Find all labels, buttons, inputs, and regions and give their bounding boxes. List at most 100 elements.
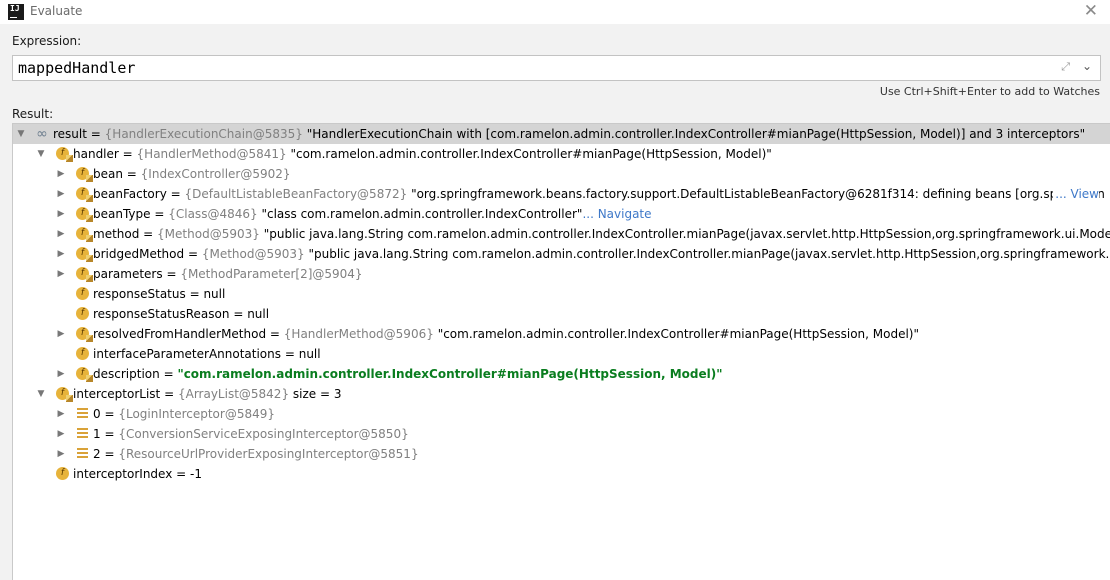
tree-row-responsestatusreason[interactable]: f responseStatusReason = null xyxy=(13,304,1110,324)
tree-row-result[interactable]: ▼ ∞ result = {HandlerExecutionChain@5835… xyxy=(13,124,1110,144)
chevron-right-icon[interactable]: ▶ xyxy=(55,184,67,204)
expression-input[interactable] xyxy=(18,58,1048,78)
result-label: Result: xyxy=(12,107,54,121)
infinity-icon: ∞ xyxy=(36,126,48,142)
tree-row-beantype[interactable]: ▶ f beanType = {Class@4846} "class com.r… xyxy=(13,204,1110,224)
var-name: 2 xyxy=(93,447,101,461)
list-element-icon xyxy=(77,408,88,419)
chevron-right-icon[interactable]: ▶ xyxy=(55,244,67,264)
var-value: "public java.lang.String com.ramelon.adm… xyxy=(263,227,1110,241)
tree-row-handler[interactable]: ▼ f handler = {HandlerMethod@5841} "com.… xyxy=(13,144,1110,164)
chevron-right-icon[interactable]: ▶ xyxy=(55,444,67,464)
var-name: responseStatus xyxy=(93,287,186,301)
field-icon: f xyxy=(76,327,93,342)
field-icon: f xyxy=(76,367,93,382)
window-title: Evaluate xyxy=(30,4,83,18)
chevron-right-icon[interactable]: ▶ xyxy=(55,364,67,384)
field-icon: f xyxy=(76,167,93,182)
var-type: {DefaultListableBeanFactory@5872} xyxy=(184,187,408,201)
intellij-logo-icon: IJ xyxy=(8,4,24,20)
var-type: {HandlerMethod@5906} xyxy=(283,327,434,341)
tree-row-responsestatus[interactable]: f responseStatus = null xyxy=(13,284,1110,304)
field-icon: f xyxy=(76,347,89,360)
tree-row-interceptorindex[interactable]: f interceptorIndex = -1 xyxy=(13,464,1110,484)
field-icon: f xyxy=(76,247,93,262)
var-value: "com.ramelon.admin.controller.IndexContr… xyxy=(177,367,723,381)
tree-row-resolvedfromhandlermethod[interactable]: ▶ f resolvedFromHandlerMethod = {Handler… xyxy=(13,324,1110,344)
var-value: size = 3 xyxy=(292,387,342,401)
var-value: "com.ramelon.admin.controller.IndexContr… xyxy=(290,147,772,161)
tree-row-interceptor-2[interactable]: ▶ 2 = {ResourceUrlProviderExposingInterc… xyxy=(13,444,1110,464)
tree-row-interfaceparameterannotations[interactable]: f interfaceParameterAnnotations = null xyxy=(13,344,1110,364)
tree-row-bridgedmethod[interactable]: ▶ f bridgedMethod = {Method@5903} "publi… xyxy=(13,244,1110,264)
var-value: null xyxy=(247,307,270,321)
var-name: handler xyxy=(73,147,119,161)
var-value: "org.springframework.beans.factory.suppo… xyxy=(411,187,1105,201)
chevron-down-icon[interactable]: ▼ xyxy=(35,384,47,404)
list-element-icon xyxy=(77,428,88,439)
expand-icon[interactable]: ⤢ xyxy=(1061,60,1070,74)
var-type: {Class@4846} xyxy=(168,207,258,221)
var-value: "class com.ramelon.admin.controller.Inde… xyxy=(261,207,583,221)
tree-row-interceptor-1[interactable]: ▶ 1 = {ConversionServiceExposingIntercep… xyxy=(13,424,1110,444)
var-type: {HandlerMethod@5841} xyxy=(136,147,287,161)
tree-row-interceptorlist[interactable]: ▼ f interceptorList = {ArrayList@5842} s… xyxy=(13,384,1110,404)
title-bar: IJ Evaluate ✕ xyxy=(0,0,1110,24)
var-type: {ResourceUrlProviderExposingInterceptor@… xyxy=(118,447,419,461)
view-link[interactable]: ... View xyxy=(1053,184,1099,204)
field-icon: f xyxy=(56,387,73,402)
field-icon: f xyxy=(56,147,73,162)
var-name: beanFactory xyxy=(93,187,167,201)
chevron-right-icon[interactable]: ▶ xyxy=(55,224,67,244)
tree-row-interceptor-0[interactable]: ▶ 0 = {LoginInterceptor@5849} xyxy=(13,404,1110,424)
var-name: result xyxy=(53,127,87,141)
var-name: interceptorList xyxy=(73,387,161,401)
var-value: null xyxy=(203,287,226,301)
navigate-link[interactable]: ... Navigate xyxy=(582,207,651,221)
field-icon: f xyxy=(76,207,93,222)
var-value: "public java.lang.String com.ramelon.adm… xyxy=(308,247,1110,261)
result-tree[interactable]: ▼ ∞ result = {HandlerExecutionChain@5835… xyxy=(12,123,1110,580)
field-icon: f xyxy=(76,227,93,242)
var-type: {HandlerExecutionChain@5835} xyxy=(104,127,303,141)
tree-row-method[interactable]: ▶ f method = {Method@5903} "public java.… xyxy=(13,224,1110,244)
var-type: {MethodParameter[2]@5904} xyxy=(180,267,363,281)
tree-row-bean[interactable]: ▶ f bean = {IndexController@5902} xyxy=(13,164,1110,184)
var-name: interfaceParameterAnnotations xyxy=(93,347,282,361)
var-type: {ArrayList@5842} xyxy=(177,387,290,401)
var-name: method xyxy=(93,227,140,241)
chevron-right-icon[interactable]: ▶ xyxy=(55,424,67,444)
var-name: resolvedFromHandlerMethod xyxy=(93,327,267,341)
chevron-down-icon[interactable]: ⌄ xyxy=(1082,59,1092,73)
chevron-down-icon[interactable]: ▼ xyxy=(35,144,47,164)
field-icon: f xyxy=(76,287,89,300)
expression-field[interactable]: ⤢ ⌄ xyxy=(12,55,1101,81)
var-type: {IndexController@5902} xyxy=(140,167,291,181)
chevron-down-icon[interactable]: ▼ xyxy=(15,124,27,144)
var-name: interceptorIndex xyxy=(73,467,173,481)
var-name: beanType xyxy=(93,207,151,221)
var-name: bridgedMethod xyxy=(93,247,185,261)
close-button[interactable]: ✕ xyxy=(1084,2,1098,20)
chevron-right-icon[interactable]: ▶ xyxy=(55,324,67,344)
var-name: description xyxy=(93,367,160,381)
chevron-right-icon[interactable]: ▶ xyxy=(55,204,67,224)
expression-label: Expression: xyxy=(12,34,82,48)
var-value: "HandlerExecutionChain with [com.ramelon… xyxy=(306,127,1086,141)
var-type: {LoginInterceptor@5849} xyxy=(118,407,276,421)
var-value: null xyxy=(298,347,321,361)
var-type: {ConversionServiceExposingInterceptor@58… xyxy=(118,427,409,441)
field-icon: f xyxy=(56,467,69,480)
var-type: {Method@5903} xyxy=(157,227,260,241)
tree-row-beanfactory[interactable]: ▶ f beanFactory = {DefaultListableBeanFa… xyxy=(13,184,1110,204)
tree-row-parameters[interactable]: ▶ f parameters = {MethodParameter[2]@590… xyxy=(13,264,1110,284)
tree-row-description[interactable]: ▶ f description = "com.ramelon.admin.con… xyxy=(13,364,1110,384)
var-name: bean xyxy=(93,167,123,181)
var-name: parameters xyxy=(93,267,163,281)
chevron-right-icon[interactable]: ▶ xyxy=(55,164,67,184)
chevron-right-icon[interactable]: ▶ xyxy=(55,264,67,284)
chevron-right-icon[interactable]: ▶ xyxy=(55,404,67,424)
field-icon: f xyxy=(76,187,93,202)
var-name: responseStatusReason xyxy=(93,307,230,321)
var-type: {Method@5903} xyxy=(201,247,305,261)
